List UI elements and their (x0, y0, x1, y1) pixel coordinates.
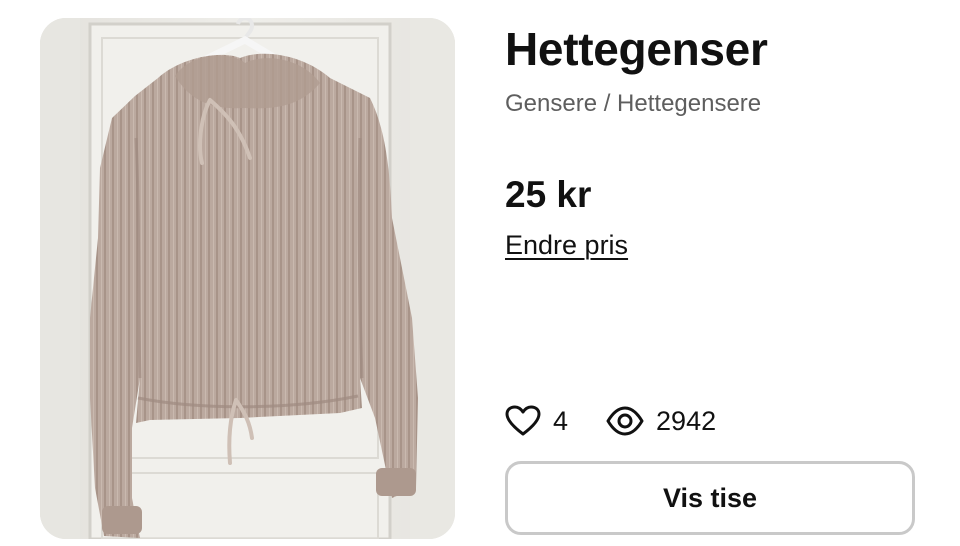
product-photo[interactable] (40, 18, 455, 539)
product-price: 25 kr (505, 174, 592, 215)
show-listing-button[interactable]: Vis tise (505, 461, 915, 535)
likes-stat: 4 (505, 401, 568, 441)
listing-page: Hettegenser Gensere / Hettegensere 25 kr… (0, 0, 960, 546)
eye-icon (606, 405, 644, 437)
views-stat: 2942 (606, 401, 716, 441)
product-category-breadcrumb: Gensere / Hettegensere (505, 90, 762, 117)
views-count: 2942 (656, 406, 717, 436)
listing-stats: 4 2942 (505, 401, 716, 441)
product-title: Hettegenser (505, 23, 768, 75)
likes-count: 4 (553, 406, 569, 436)
heart-icon (505, 405, 541, 437)
edit-price-link[interactable]: Endre pris (505, 229, 628, 261)
hoodie-image (40, 18, 455, 539)
